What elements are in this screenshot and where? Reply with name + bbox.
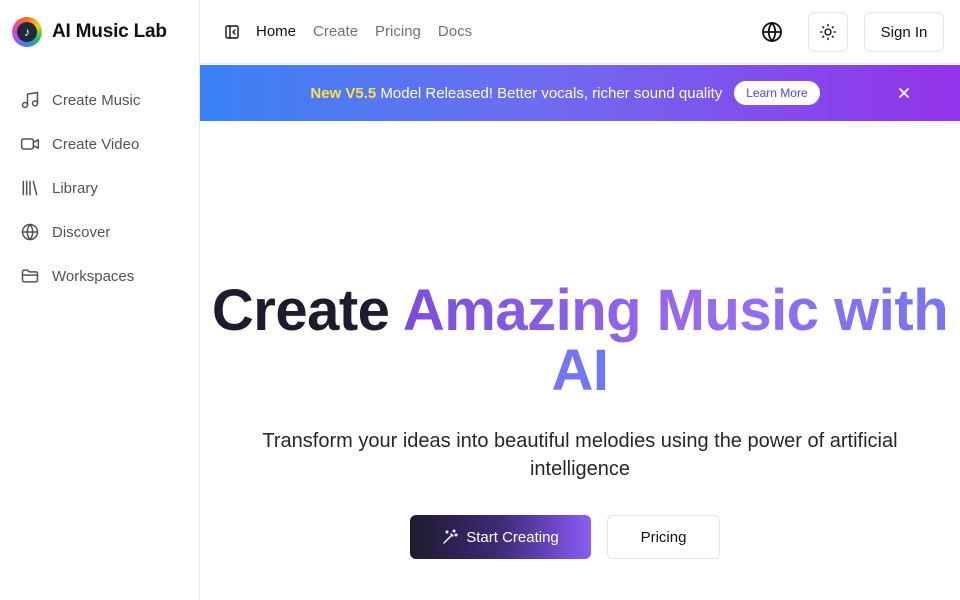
magic-wand-icon <box>443 529 458 544</box>
banner-message: New V5.5 Model Released! Better vocals, … <box>310 85 722 102</box>
video-camera-icon <box>20 138 40 150</box>
music-note-icon <box>21 91 39 109</box>
sign-in-button[interactable]: Sign In <box>864 12 944 52</box>
hero-subtitle: Transform your ideas into beautiful melo… <box>262 430 898 480</box>
globe-icon <box>762 22 782 42</box>
sidebar-item-create-music[interactable]: Create Music <box>0 78 199 122</box>
hero-title-gradient: Amazing Music with AI <box>402 278 949 403</box>
sidebar-item-workspaces[interactable]: Workspaces <box>0 254 199 298</box>
pricing-button[interactable]: Pricing <box>607 515 720 559</box>
sidebar-item-label: Discover <box>52 223 111 241</box>
hero-actions: Start Creating Pricing <box>200 515 960 559</box>
theme-toggle-button[interactable] <box>808 12 848 52</box>
sidebar-item-label: Workspaces <box>52 267 135 285</box>
banner-highlight: New V5.5 <box>310 84 377 102</box>
nav-link-home[interactable]: Home <box>256 23 296 40</box>
brand-logo: ♪ <box>12 17 42 47</box>
sidebar: ♪ AI Music Lab Create Music Create Video… <box>0 0 200 600</box>
sidebar-item-label: Create Video <box>52 135 140 153</box>
sidebar-item-discover[interactable]: Discover <box>0 210 199 254</box>
sidebar-item-label: Create Music <box>52 91 141 109</box>
hero-section: Create Amazing Music with AI Transform y… <box>200 121 960 600</box>
top-bar: Home Create Pricing Docs Sign In <box>200 0 960 64</box>
sidebar-item-library[interactable]: Library <box>0 166 199 210</box>
globe-icon <box>21 223 39 241</box>
sun-icon <box>819 23 837 41</box>
learn-more-button[interactable]: Learn More <box>734 81 820 105</box>
nav-link-pricing[interactable]: Pricing <box>375 23 421 40</box>
hero-title: Create Amazing Music with AI <box>200 281 960 401</box>
sidebar-toggle-button[interactable] <box>224 24 240 40</box>
sidebar-item-label: Library <box>52 179 98 197</box>
close-icon <box>899 88 909 98</box>
sidebar-collapse-icon <box>225 24 239 39</box>
sidebar-item-create-video[interactable]: Create Video <box>0 122 199 166</box>
start-creating-label: Start Creating <box>466 528 559 546</box>
banner-text: Model Released! Better vocals, richer so… <box>376 84 723 102</box>
hero-title-dark: Create <box>211 278 403 343</box>
sidebar-nav: Create Music Create Video Library Discov… <box>0 78 199 298</box>
brand-name: AI Music Lab <box>52 21 167 42</box>
nav-link-docs[interactable]: Docs <box>438 23 472 40</box>
top-nav: Home Create Pricing Docs <box>256 23 489 40</box>
brand[interactable]: ♪ AI Music Lab <box>0 0 199 64</box>
nav-link-create[interactable]: Create <box>313 23 358 40</box>
library-icon <box>22 180 38 196</box>
language-button[interactable] <box>760 20 784 44</box>
folder-icon <box>21 269 39 283</box>
announcement-banner: New V5.5 Model Released! Better vocals, … <box>200 65 960 121</box>
close-banner-button[interactable] <box>896 85 912 101</box>
music-note-icon: ♪ <box>17 22 37 42</box>
start-creating-button[interactable]: Start Creating <box>410 515 591 559</box>
